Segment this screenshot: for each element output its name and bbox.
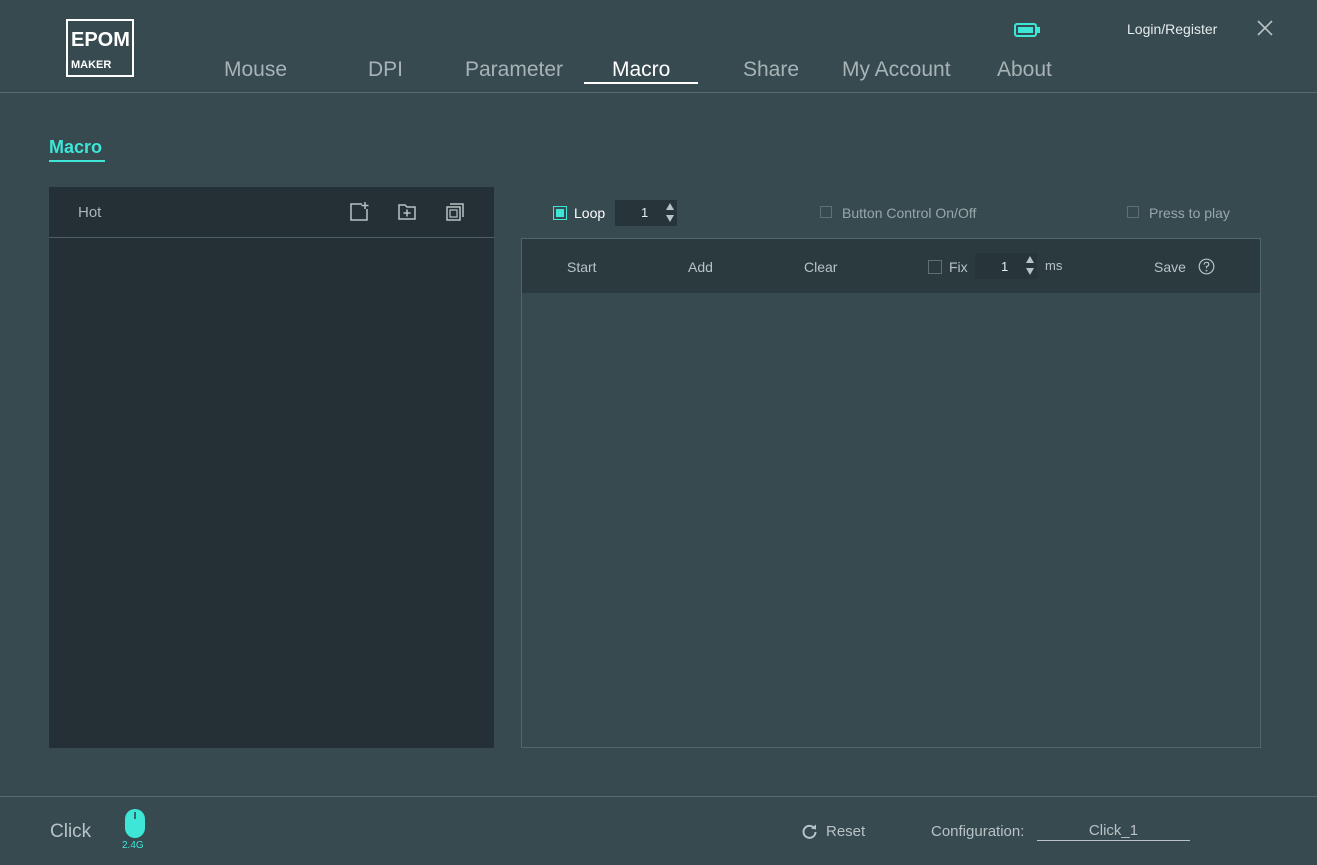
configuration-value[interactable]: Click_1	[1037, 822, 1190, 839]
tab-parameter[interactable]: Parameter	[465, 58, 563, 82]
logo-text-line1: EPOM	[71, 29, 130, 51]
button-control-checkbox[interactable]	[820, 206, 832, 218]
battery-icon	[1014, 23, 1040, 37]
mouse-icon	[125, 809, 145, 838]
active-tab-underline	[584, 82, 698, 84]
button-control-label: Button Control On/Off	[842, 205, 977, 221]
loop-checkbox[interactable]	[553, 206, 567, 220]
close-icon[interactable]	[1255, 18, 1275, 38]
section-title[interactable]: Macro	[49, 137, 102, 158]
header-divider	[0, 92, 1317, 93]
reset-button[interactable]: Reset	[826, 823, 865, 840]
help-icon[interactable]	[1198, 258, 1215, 275]
macro-editor-panel: Start Add Clear Fix 1 ms Save	[521, 238, 1261, 748]
tab-macro[interactable]: Macro	[612, 58, 670, 82]
fix-delay-stepper[interactable]: 1	[975, 253, 1037, 279]
footer-divider	[0, 796, 1317, 797]
fix-delay-value[interactable]: 1	[1001, 259, 1008, 274]
macro-list-panel: Hot	[49, 187, 494, 748]
stepper-arrows-icon[interactable]	[665, 201, 675, 225]
loop-label: Loop	[574, 205, 606, 221]
macro-list-header-label: Hot	[78, 204, 102, 221]
tab-my-account[interactable]: My Account	[842, 58, 951, 82]
configuration-label: Configuration:	[931, 823, 1025, 840]
tab-mouse[interactable]: Mouse	[224, 58, 287, 82]
press-to-play-label: Press to play	[1149, 205, 1230, 221]
tab-share[interactable]: Share	[743, 58, 799, 82]
connection-mode-label: 2.4G	[122, 840, 144, 851]
tab-dpi[interactable]: DPI	[368, 58, 403, 82]
start-button[interactable]: Start	[567, 259, 597, 275]
login-register-link[interactable]: Login/Register	[1127, 21, 1217, 37]
press-to-play-checkbox[interactable]	[1127, 206, 1139, 218]
fix-label: Fix	[949, 259, 968, 275]
loop-count-value[interactable]: 1	[641, 205, 648, 220]
device-name: Click	[50, 821, 92, 842]
clear-button[interactable]: Clear	[804, 259, 837, 275]
loop-count-stepper[interactable]: 1	[615, 200, 677, 226]
macro-list-header-divider	[49, 237, 494, 238]
stepper-arrows-icon[interactable]	[1025, 254, 1035, 278]
new-macro-icon[interactable]	[348, 201, 370, 223]
configuration-underline	[1037, 840, 1190, 841]
epomaker-logo: EPOM MAKER	[66, 19, 134, 77]
logo-text-line2: MAKER	[71, 59, 111, 71]
fix-checkbox[interactable]	[928, 260, 942, 274]
section-title-underline	[49, 160, 105, 162]
tab-about[interactable]: About	[997, 58, 1052, 82]
reset-icon[interactable]	[801, 823, 818, 840]
add-button[interactable]: Add	[688, 259, 713, 275]
add-folder-icon[interactable]	[396, 201, 418, 223]
ms-unit-label: ms	[1045, 258, 1063, 273]
save-button[interactable]: Save	[1154, 259, 1186, 275]
macro-editor-toolbar: Start Add Clear Fix 1 ms Save	[522, 239, 1260, 293]
copy-icon[interactable]	[444, 201, 466, 223]
